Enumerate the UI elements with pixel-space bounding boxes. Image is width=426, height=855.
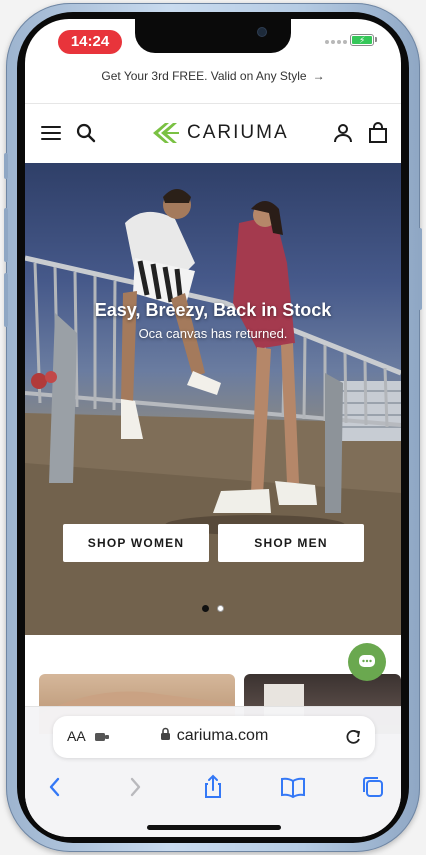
signal-icon	[325, 40, 347, 44]
bookmarks-icon[interactable]	[279, 773, 307, 801]
reload-icon[interactable]	[343, 727, 363, 747]
hero-subtitle: Oca canvas has returned.	[138, 326, 288, 341]
promo-banner[interactable]: Get Your 3rd FREE. Valid on Any Style →	[25, 61, 401, 91]
lock-icon	[160, 727, 170, 740]
divider	[25, 103, 401, 104]
power-button	[418, 228, 422, 310]
notch	[135, 19, 291, 53]
address-bar[interactable]: AA cariuma.com	[53, 716, 375, 758]
hero-banner[interactable]: Easy, Breezy, Back in Stock Oca canvas h…	[25, 163, 401, 635]
carousel-dots	[202, 605, 224, 612]
hero-image	[25, 189, 401, 635]
shop-women-button[interactable]: SHOP WOMEN	[63, 524, 209, 562]
home-indicator[interactable]	[147, 825, 281, 830]
front-camera	[257, 27, 267, 37]
search-icon[interactable]	[74, 121, 98, 145]
battery-icon: ⚡	[350, 34, 377, 46]
chat-icon	[359, 655, 375, 667]
promo-text: Get Your 3rd FREE. Valid on Any Style	[101, 69, 307, 83]
status-time: 14:24	[58, 30, 122, 54]
site-header: CARIUMA	[25, 115, 401, 151]
hero-title: Easy, Breezy, Back in Stock	[94, 300, 332, 320]
cariuma-leaf-icon	[153, 123, 179, 143]
url-text: cariuma.com	[176, 727, 269, 744]
chat-button[interactable]	[348, 643, 386, 681]
volume-down-button	[4, 273, 8, 327]
back-icon[interactable]	[41, 773, 69, 801]
volume-up-button	[4, 208, 8, 262]
url-display: cariuma.com	[53, 727, 375, 745]
shop-men-button[interactable]: SHOP MEN	[218, 524, 364, 562]
arrow-right-icon: →	[312, 69, 325, 83]
forward-icon[interactable]	[121, 773, 149, 801]
safari-toolbar: AA cariuma.com	[25, 706, 401, 837]
account-icon[interactable]	[331, 121, 355, 145]
mute-switch	[4, 153, 8, 179]
menu-icon[interactable]	[39, 121, 63, 145]
share-icon[interactable]	[199, 773, 227, 801]
carousel-dot[interactable]	[217, 605, 224, 612]
tabs-icon[interactable]	[359, 773, 387, 801]
carousel-dot-active[interactable]	[202, 605, 209, 612]
brand-logo[interactable]: CARIUMA	[151, 119, 289, 147]
brand-name: CARIUMA	[187, 122, 289, 143]
bag-icon[interactable]	[366, 121, 390, 145]
screen: 14:24 ⚡ Get Your 3rd FREE. Valid on Any …	[25, 19, 401, 837]
